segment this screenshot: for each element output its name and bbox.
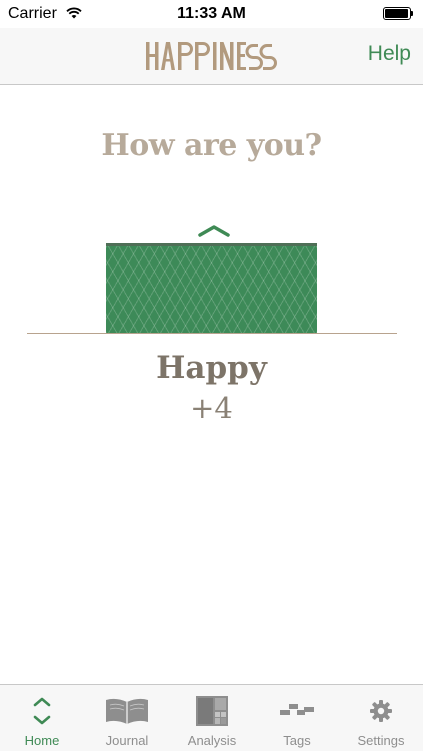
grid-chart-icon <box>196 696 228 726</box>
tab-analysis[interactable]: Analysis <box>170 685 254 751</box>
tab-settings[interactable]: Settings <box>339 685 423 751</box>
increase-mood-chevron-icon[interactable] <box>198 224 230 238</box>
mood-question: How are you? <box>101 128 322 163</box>
book-icon <box>106 698 148 724</box>
mood-baseline <box>27 333 397 334</box>
help-button[interactable]: Help <box>368 42 411 66</box>
app-logo <box>146 42 277 70</box>
mood-label: Happy <box>156 350 267 386</box>
tab-home-label: Home <box>24 733 60 748</box>
clock: 11:33 AM <box>177 5 246 22</box>
tab-bar: Home Journal Analysis Tags Settings <box>0 684 423 751</box>
status-bar: Carrier 11:33 AM <box>0 0 423 28</box>
gear-icon <box>370 700 392 722</box>
tab-tags-label: Tags <box>283 733 311 748</box>
home-arrows-icon <box>33 697 51 725</box>
tab-journal-label: Journal <box>105 733 149 748</box>
navigation-bar: Help <box>0 28 423 85</box>
tab-settings-label: Settings <box>357 733 405 748</box>
tab-tags[interactable]: Tags <box>255 685 339 751</box>
tab-home[interactable]: Home <box>0 685 84 751</box>
tags-steps-icon <box>280 704 314 715</box>
battery-icon <box>383 7 413 20</box>
tab-analysis-label: Analysis <box>187 733 237 748</box>
mood-level-bar[interactable] <box>106 243 317 333</box>
tab-journal[interactable]: Journal <box>85 685 169 751</box>
mood-score: +4 <box>190 391 233 425</box>
